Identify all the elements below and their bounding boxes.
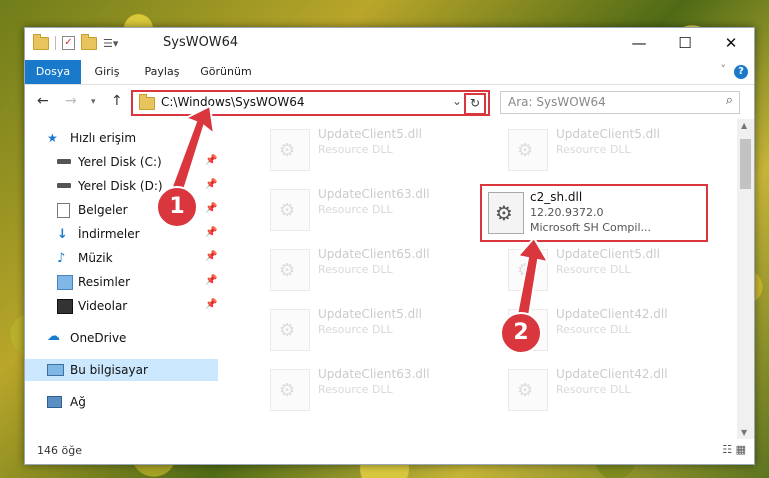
callout-badge-1: 1 <box>156 186 198 228</box>
callout-badge-2: 2 <box>500 312 542 354</box>
arrow-two <box>514 236 550 324</box>
annotation-arrows <box>168 104 550 324</box>
arrow-one <box>168 104 216 198</box>
